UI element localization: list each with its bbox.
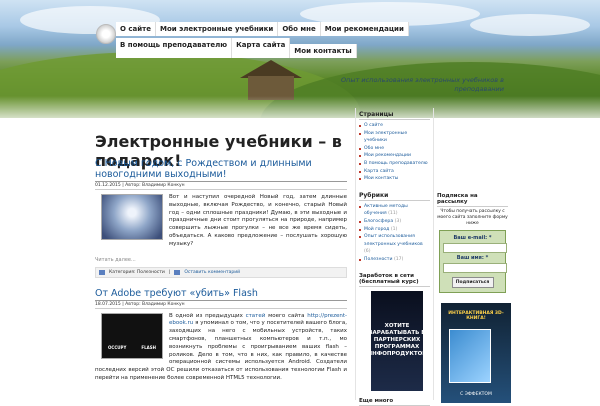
post-inline-link[interactable]: статей <box>246 313 266 319</box>
book-banner-title: ИНТЕРАКТИВНАЯ 3D-КНИГА! <box>448 311 504 321</box>
post-meta: 18.07.2015 | Автор: Владимир Конкун <box>95 299 347 309</box>
nav-item-about-me[interactable]: Обо мне <box>278 22 321 36</box>
post-body: Вот и наступил очередной Новый год, зате… <box>95 194 347 249</box>
post-thumbnail[interactable] <box>101 194 163 240</box>
book-banner-bottom: С ЭФФЕКТОМ <box>460 392 492 397</box>
page-link[interactable]: Мои рекомендации <box>359 152 430 160</box>
page-link[interactable]: Мои электронные учебники <box>359 130 430 145</box>
read-more-link[interactable]: Читать далее... <box>95 257 347 263</box>
pages-widget-title: Страницы <box>359 110 430 120</box>
site-slogan: Опыт использования электронных учебников… <box>341 76 504 93</box>
post: С Новым годом, с Рождеством и длинными н… <box>95 158 347 278</box>
subscribe-description: Чтобы получать рассылку с моего сайта за… <box>437 209 508 226</box>
post-body: OCCUPY FLASH В одной из предыдущих стате… <box>95 312 347 383</box>
page-link[interactable]: О сайте <box>359 122 430 130</box>
nav-item-teacher-help[interactable]: В помощь преподавателю <box>116 38 233 58</box>
post: От Adobe требуют «убить» Flash 18.07.201… <box>95 288 347 383</box>
subscribe-button[interactable]: Подписаться <box>451 277 494 288</box>
nav-item-about[interactable]: О сайте <box>116 22 156 36</box>
subscribe-widget-title: Подписка на рассылку <box>437 192 508 207</box>
logo-ring <box>96 24 116 44</box>
pages-list: О сайте Мои электронные учебники Обо мне… <box>359 122 430 183</box>
page-link[interactable]: Мои контакты <box>359 175 430 183</box>
page-link[interactable]: В помощь преподавателю <box>359 160 430 168</box>
comment-icon <box>174 269 181 275</box>
post-title[interactable]: С Новым годом, с Рождеством и длинными н… <box>95 158 347 180</box>
post-text-start: В одной из предыдущих <box>169 312 243 319</box>
thumb-left-text: OCCUPY <box>108 344 127 350</box>
subscribe-form: Ваш e-mail: * Ваш имя: * Подписаться <box>439 230 507 293</box>
rubric-link[interactable]: Полезности (17) <box>359 256 430 264</box>
folder-icon <box>99 269 105 275</box>
nav-item-sitemap[interactable]: Карта сайта <box>232 38 291 58</box>
email-label: Ваш e-mail: * <box>453 235 492 241</box>
book-image <box>449 329 491 383</box>
main-nav: О сайте Мои электронные учебники Обо мне… <box>116 22 496 60</box>
post-meta: 01.12.2015 | Автор: Владимир Конкун <box>95 181 347 190</box>
post-thumbnail[interactable]: OCCUPY FLASH <box>101 312 163 359</box>
nav-item-ebooks[interactable]: Мои электронные учебники <box>155 22 279 36</box>
sidebar-middle: Страницы О сайте Мои электронные учебник… <box>355 108 432 406</box>
nav-item-contacts[interactable]: Мои контакты <box>290 44 357 58</box>
affiliate-banner[interactable]: ХОТИТЕ ЗАРАБАТЫВАТЬ В ПАРТНЕРСКИХ ПРОГРА… <box>368 290 426 391</box>
post-title[interactable]: От Adobe требуют «убить» Flash <box>95 288 347 299</box>
rubric-link[interactable]: Опыт использования электронных учебников… <box>359 233 430 256</box>
post-text: Вот и наступил очередной Новый год, зате… <box>169 194 347 247</box>
more-widget-title: Еще много <box>359 397 430 406</box>
header-fade <box>0 96 600 118</box>
post-categories: Категория: Полезности | Оставить коммент… <box>95 266 347 278</box>
earn-widget-title: Заработок в сети (бесплатный курс) <box>359 272 430 287</box>
page-link[interactable]: Обо мне <box>359 145 430 153</box>
thumb-right-text: FLASH <box>141 344 156 350</box>
rubrics-widget-title: Рубрики <box>359 191 430 201</box>
sidebar-right: Подписка на рассылку Чтобы получать расс… <box>433 108 511 403</box>
rubrics-list: Активные методы обучения (11) Блогосфера… <box>359 203 430 264</box>
rubric-link[interactable]: Блогосфера (3) <box>359 218 430 226</box>
category-label[interactable]: Категория: Полезности <box>109 270 165 275</box>
name-label: Ваш имя: * <box>456 255 489 261</box>
rubric-link[interactable]: Мой город (1) <box>359 226 430 234</box>
comment-link[interactable]: Оставить комментарий <box>184 270 240 275</box>
page-link[interactable]: Карта сайта <box>359 168 430 176</box>
name-input[interactable] <box>443 263 507 273</box>
post-text-mid: моего сайта <box>268 312 305 319</box>
email-input[interactable] <box>443 243 507 253</box>
book-banner[interactable]: ИНТЕРАКТИВНАЯ 3D-КНИГА! С ЭФФЕКТОМ <box>441 303 511 403</box>
main-content: С Новым годом, с Рождеством и длинными н… <box>95 158 347 383</box>
rubric-link[interactable]: Активные методы обучения (11) <box>359 203 430 218</box>
nav-item-recommendations[interactable]: Мои рекомендации <box>320 22 409 36</box>
